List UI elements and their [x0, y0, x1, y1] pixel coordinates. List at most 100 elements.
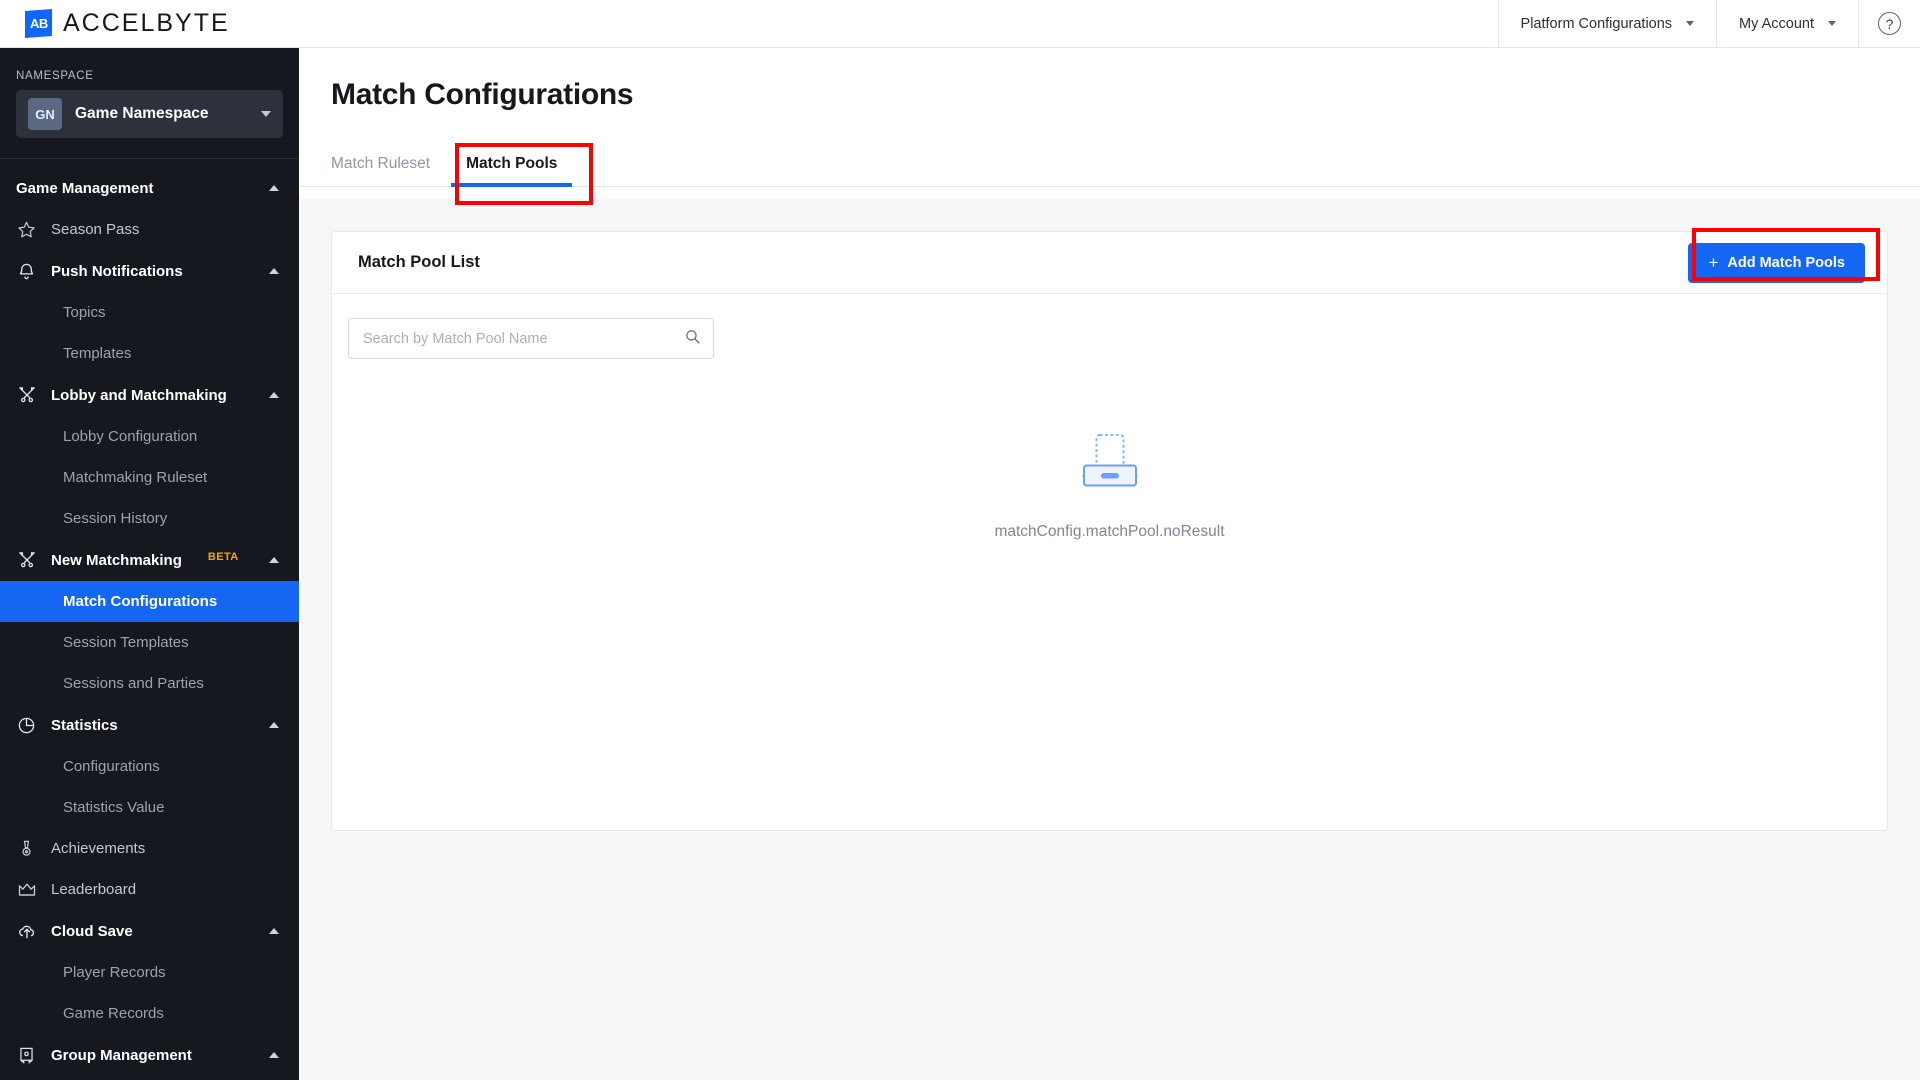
sidebar-group-group-management[interactable]: Group Management	[0, 1034, 299, 1076]
sidebar-item-label: Game Records	[63, 1005, 164, 1022]
top-bar: AB ACCELBYTE Platform Configurations My …	[0, 0, 1920, 48]
chevron-up-icon	[269, 185, 279, 191]
chevron-down-icon	[261, 111, 271, 117]
sidebar-group-lobby-and-matchmaking[interactable]: Lobby and Matchmaking	[0, 374, 299, 416]
sidebar-item-label: Lobby Configuration	[63, 428, 198, 445]
match-pool-list-card: Match Pool List + Add Match Pools Search…	[331, 231, 1888, 831]
sidebar-item-label: Achievements	[51, 840, 146, 857]
empty-state-text: matchConfig.matchPool.noResult	[994, 523, 1225, 540]
sidebar-item-sessions-and-parties[interactable]: Sessions and Parties	[0, 663, 299, 704]
empty-tray-icon	[1078, 432, 1142, 497]
chevron-up-icon	[269, 928, 279, 934]
chevron-up-icon	[269, 722, 279, 728]
chevron-down-icon	[1686, 21, 1695, 26]
main-content: Match Configurations Match Ruleset Match…	[299, 48, 1920, 1080]
sidebar-group-label: Game Management	[16, 179, 154, 197]
platform-configurations-menu[interactable]: Platform Configurations	[1497, 0, 1717, 48]
sidebar-item-label: Match Configurations	[63, 593, 218, 610]
sidebar-item-matchmaking-ruleset[interactable]: Matchmaking Ruleset	[0, 457, 299, 498]
namespace-selector[interactable]: GN Game Namespace	[16, 90, 283, 138]
search-input[interactable]	[363, 330, 684, 347]
card-title: Match Pool List	[358, 253, 480, 271]
sidebar-item-label: Player Records	[63, 964, 166, 981]
sidebar-item-label: Sessions and Parties	[63, 675, 204, 692]
sidebar-item-label: Season Pass	[51, 221, 140, 238]
bell-icon	[16, 261, 37, 282]
sidebar-group-label: Push Notifications	[51, 262, 183, 280]
sidebar-item-session-history[interactable]: Session History	[0, 498, 299, 539]
tab-label: Match Pools	[466, 155, 558, 172]
namespace-label: NAMESPACE	[16, 70, 94, 82]
page-title: Match Configurations	[331, 78, 634, 111]
search-box[interactable]	[348, 318, 714, 359]
help-circle-icon: ?	[1878, 12, 1901, 35]
medal-icon	[16, 838, 37, 859]
sidebar-item-session-templates[interactable]: Session Templates	[0, 622, 299, 663]
sidebar-item-lobby-configuration[interactable]: Lobby Configuration	[0, 416, 299, 457]
sidebar-nav: Game Management Season Pass Push Notific…	[0, 159, 299, 1076]
sidebar-group-label: New Matchmaking	[51, 551, 182, 569]
chevron-up-icon	[269, 1052, 279, 1058]
chevron-down-icon	[1828, 21, 1836, 26]
sidebar-group-label: Lobby and Matchmaking	[51, 386, 227, 404]
sidebar-item-game-records[interactable]: Game Records	[0, 993, 299, 1034]
chevron-up-icon	[269, 557, 279, 563]
sidebar-item-label: Matchmaking Ruleset	[63, 469, 208, 486]
help-button[interactable]: ?	[1858, 0, 1920, 48]
search-area	[332, 294, 1887, 359]
platform-configurations-label: Platform Configurations	[1520, 15, 1673, 32]
sidebar-item-match-configurations[interactable]: Match Configurations	[0, 581, 299, 622]
sidebar-item-achievements[interactable]: Achievements	[0, 828, 299, 869]
sidebar-item-label: Statistics Value	[63, 799, 165, 816]
sidebar-group-new-matchmaking[interactable]: New Matchmaking BETA	[0, 539, 299, 581]
tab-bar: Match Ruleset Match Pools	[299, 139, 1920, 187]
crown-icon	[16, 879, 37, 900]
sidebar-item-templates[interactable]: Templates	[0, 333, 299, 374]
tab-match-pools[interactable]: Match Pools	[448, 155, 575, 187]
sidebar-group-label: Group Management	[51, 1046, 192, 1064]
cloud-upload-icon	[16, 921, 37, 942]
sidebar-item-player-records[interactable]: Player Records	[0, 952, 299, 993]
card-header: Match Pool List + Add Match Pools	[332, 232, 1887, 294]
sidebar-group-cloud-save[interactable]: Cloud Save	[0, 910, 299, 952]
namespace-badge: GN	[28, 98, 62, 130]
chevron-up-icon	[269, 268, 279, 274]
crossed-swords-icon	[16, 550, 37, 571]
sidebar-item-label: Session History	[63, 510, 168, 527]
content-area: Match Pool List + Add Match Pools Search…	[299, 199, 1920, 1080]
top-nav: Platform Configurations My Account ?	[1497, 0, 1920, 48]
sidebar-group-label: Statistics	[51, 716, 118, 734]
beta-badge: BETA	[207, 550, 239, 563]
sidebar-item-label: Leaderboard	[51, 881, 137, 898]
sidebar-item-statistics-value[interactable]: Statistics Value	[0, 787, 299, 828]
sidebar-item-label: Configurations	[63, 758, 160, 775]
sidebar-item-season-pass[interactable]: Season Pass	[0, 209, 299, 250]
sidebar-item-leaderboard[interactable]: Leaderboard	[0, 869, 299, 910]
tab-match-ruleset[interactable]: Match Ruleset	[313, 155, 448, 186]
star-icon	[16, 219, 37, 240]
sidebar: NAMESPACE GN Game Namespace Game Managem…	[0, 48, 299, 1080]
empty-state: matchConfig.matchPool.noResult	[332, 432, 1887, 541]
sidebar-group-statistics[interactable]: Statistics	[0, 704, 299, 746]
crossed-swords-icon	[16, 385, 37, 406]
pie-chart-icon	[16, 715, 37, 736]
my-account-menu[interactable]: My Account	[1716, 0, 1858, 48]
brand-logo[interactable]: AB ACCELBYTE	[0, 9, 230, 38]
add-match-pools-label: Add Match Pools	[1727, 254, 1845, 271]
namespace-name: Game Namespace	[75, 105, 209, 122]
sidebar-item-configurations[interactable]: Configurations	[0, 746, 299, 787]
brand-name: ACCELBYTE	[63, 9, 230, 37]
brand-mark-text: AB	[29, 16, 48, 31]
my-account-label: My Account	[1739, 15, 1814, 32]
accelbyte-mark-icon: AB	[25, 9, 52, 38]
chevron-up-icon	[269, 392, 279, 398]
add-match-pools-button[interactable]: + Add Match Pools	[1688, 242, 1865, 283]
sidebar-group-label: Cloud Save	[51, 922, 133, 940]
sidebar-item-topics[interactable]: Topics	[0, 292, 299, 333]
sidebar-group-push-notifications[interactable]: Push Notifications	[0, 250, 299, 292]
tab-label: Match Ruleset	[331, 155, 431, 172]
sidebar-group-game-management[interactable]: Game Management	[0, 167, 299, 209]
search-icon[interactable]	[684, 328, 701, 350]
sidebar-item-label: Session Templates	[63, 634, 189, 651]
plus-icon: +	[1708, 253, 1719, 272]
